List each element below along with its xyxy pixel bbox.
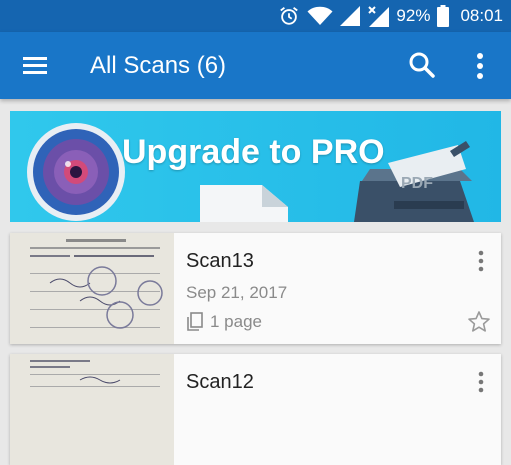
- page-count: 1 page: [210, 312, 262, 331]
- upgrade-banner-text: Upgrade to PRO: [122, 133, 385, 171]
- scan-thumbnail: [10, 233, 174, 344]
- card-more-button[interactable]: [473, 370, 489, 394]
- status-icons: 92% 08:01: [278, 0, 503, 32]
- signal-icon: [340, 6, 361, 26]
- more-options-button[interactable]: [468, 50, 492, 82]
- menu-button[interactable]: [18, 52, 52, 78]
- no-signal-icon: [368, 6, 390, 27]
- battery-percent: 92%: [396, 6, 431, 25]
- pdf-label: PDF: [401, 175, 433, 192]
- app-toolbar: All Scans (6): [0, 32, 511, 99]
- alarm-icon: [280, 7, 299, 25]
- pages-icon: [187, 312, 203, 331]
- more-vert-icon: [478, 371, 484, 393]
- wifi-icon: [307, 6, 333, 26]
- upgrade-banner[interactable]: PDF Upgrade to PRO: [10, 111, 501, 222]
- scan-name: Scan12: [186, 371, 254, 393]
- more-vert-icon: [477, 53, 483, 79]
- search-icon: [409, 52, 435, 78]
- battery-icon: [437, 5, 450, 27]
- star-outline-icon: [468, 311, 490, 332]
- page-title: All Scans (6): [90, 52, 227, 79]
- scan-date: Sep 21, 2017: [186, 283, 288, 302]
- document-thumbnail-image: [10, 354, 174, 465]
- clock: 08:01: [460, 6, 503, 25]
- scan-name: Scan13: [186, 250, 254, 272]
- scan-card[interactable]: Scan12: [10, 354, 501, 465]
- search-button[interactable]: [407, 50, 437, 80]
- status-bar: 92% 08:01: [0, 0, 511, 32]
- hamburger-menu-icon: [23, 57, 47, 74]
- scan-thumbnail: [10, 354, 174, 465]
- card-more-button[interactable]: [473, 249, 489, 273]
- scan-card[interactable]: Scan13 Sep 21, 2017 1 page: [10, 233, 501, 344]
- document-thumbnail-image: [10, 233, 174, 344]
- more-vert-icon: [478, 250, 484, 272]
- favorite-button[interactable]: [467, 310, 491, 334]
